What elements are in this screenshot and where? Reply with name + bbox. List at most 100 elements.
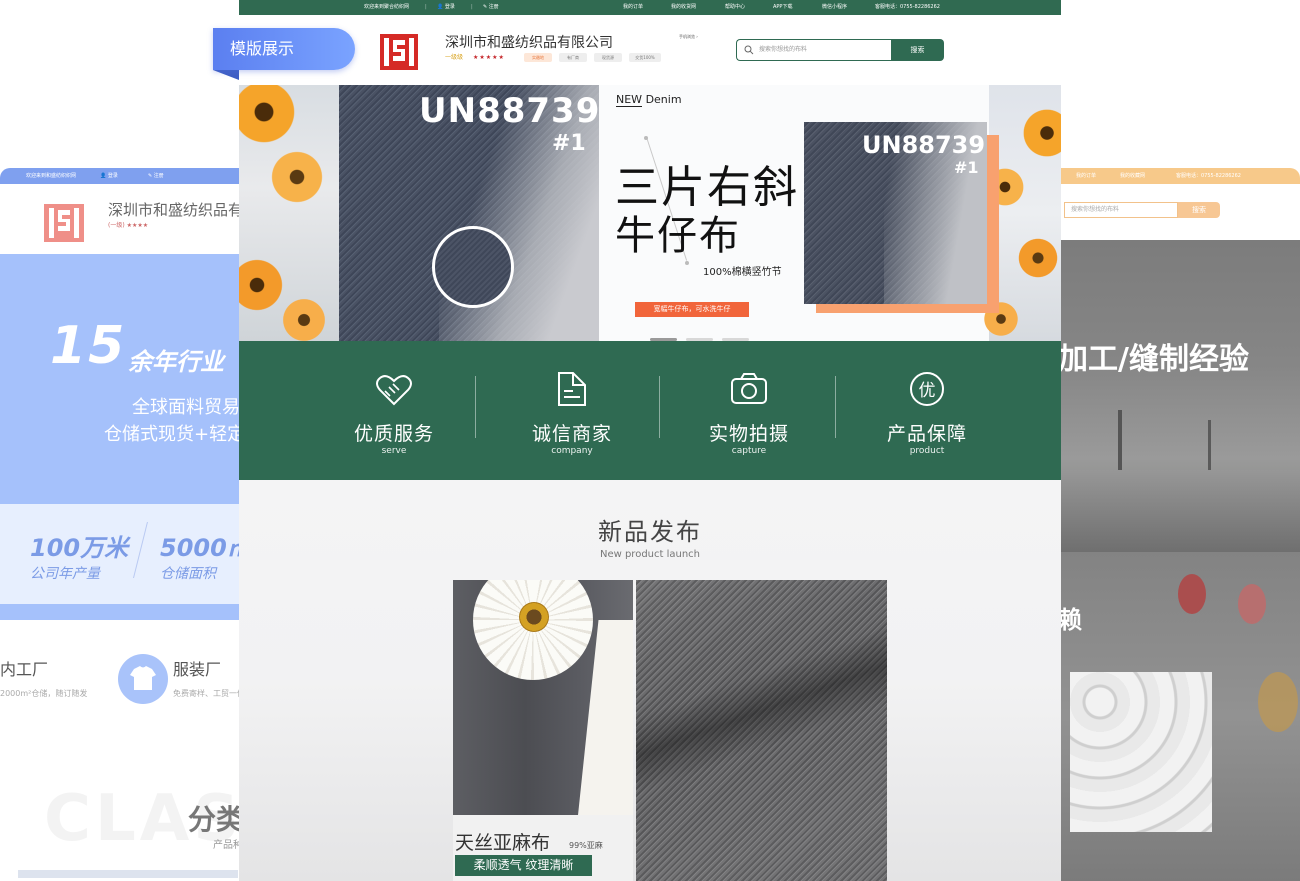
service-divider <box>659 376 660 438</box>
swatch-product-code: UN88739 <box>862 131 986 159</box>
company-rating: 一级级 ★★★★★ <box>445 52 505 61</box>
banner-carousel-dots <box>650 326 758 341</box>
left-bottom-strip <box>18 870 238 878</box>
login-link[interactable]: 👤 登录 <box>437 0 455 15</box>
rating-badge: 一级级 <box>445 54 464 61</box>
product-name[interactable]: 天丝亚麻布 <box>455 828 550 855</box>
search-button[interactable]: 搜索 <box>891 39 944 61</box>
register-link[interactable]: ✎ 注册 <box>483 0 499 15</box>
company-logo[interactable] <box>380 34 418 70</box>
welcome-text: 欢迎来到聚合纺织网 <box>364 4 410 10</box>
orange-flower-icon <box>239 255 287 315</box>
left-category-factory-sub: 2000m²仓储，随订随发 <box>0 689 88 698</box>
pencil-icon: ✎ <box>483 4 488 10</box>
login-label: 登录 <box>444 4 455 10</box>
right-search-button[interactable]: 搜索 <box>1178 202 1220 218</box>
product-paper-sheet <box>577 620 633 815</box>
main-template-preview[interactable]: 欢迎来到聚合纺织网 | 👤 登录 | ✎ 注册 我的订单 我的收货网 帮助中心 … <box>239 0 1061 881</box>
search-box[interactable]: 搜索你想找的布料 <box>736 39 892 61</box>
banner-title-line2: 牛仔布 <box>615 213 741 259</box>
service-guarantee-en: product <box>909 446 945 456</box>
nav-link-received[interactable]: 我的收货网 <box>671 0 696 15</box>
twill-fold-shadow <box>636 580 887 881</box>
left-hero-years: 余年行业 <box>128 348 224 376</box>
shop-info-link[interactable]: 手机浏览 › <box>679 34 698 40</box>
product-card-image-twill[interactable] <box>636 580 887 881</box>
left-hero-line2: 仓储式现货+轻定 <box>104 424 246 445</box>
banner-deco-dot <box>685 261 689 265</box>
right-nav-link-orders[interactable]: 我的订单 <box>1076 168 1096 184</box>
left-category-factory-title: 内工厂 <box>0 660 49 679</box>
template-showcase-ribbon: 模版展示 <box>213 28 355 70</box>
right-red-spool <box>1178 574 1206 614</box>
rating-stars: ★★★★★ <box>472 54 505 61</box>
banner-denim-word: Denim <box>645 93 682 106</box>
new-products-subtitle: New product launch <box>599 549 701 560</box>
nav-link-app[interactable]: APP下载 <box>773 0 792 15</box>
left-register-link[interactable]: ✎ 注册 <box>148 168 164 184</box>
nav-link-orders[interactable]: 我的订单 <box>623 0 643 15</box>
left-rating-text: (一级) <box>108 222 125 229</box>
right-nav-link-favorites[interactable]: 我的收藏网 <box>1120 168 1145 184</box>
left-stat-divider <box>133 522 148 578</box>
quality-badge-icon: 优 <box>910 372 944 406</box>
right-search-input[interactable]: 搜索你想找的布料 <box>1064 202 1178 218</box>
banner-product-rank: #1 <box>552 131 586 156</box>
company-name[interactable]: 深圳市和盛纺织品有限公司 <box>445 32 613 52</box>
search-input[interactable]: 搜索你想找的布料 <box>759 40 807 60</box>
service-trust[interactable]: 诚信商家 company <box>487 341 657 480</box>
orange-flower-icon <box>279 295 329 341</box>
ribbon-fold <box>213 70 239 80</box>
left-stat-output-label: 公司年产量 <box>30 566 100 582</box>
nav-link-help[interactable]: 帮助中心 <box>725 0 745 15</box>
banner-deco-dot <box>644 136 648 140</box>
nav-link-miniprogram[interactable]: 微信小程序 <box>822 0 847 15</box>
search-icon <box>744 45 754 55</box>
left-login-link[interactable]: 👤 登录 <box>100 168 118 184</box>
right-gold-spool <box>1258 672 1298 732</box>
nav-divider: | <box>471 4 473 10</box>
banner-new-label: NEW Denim <box>616 93 682 107</box>
document-icon <box>558 372 586 406</box>
new-products-section: 新品发布 New product launch 天丝亚麻布 99%亚麻 柔顺透气… <box>239 480 1061 881</box>
service-quality-title: 优质服务 <box>353 423 434 445</box>
nav-phone: 客服电话：0755-82286262 <box>875 4 940 10</box>
service-quality-en: serve <box>381 446 407 456</box>
service-capture-en: capture <box>731 446 767 456</box>
left-stat-storage-value: 5000㎡ <box>160 534 251 562</box>
new-products-title: 新品发布 <box>598 518 702 546</box>
tag-factory: 有厂商 <box>559 53 587 62</box>
orange-flower-icon <box>1015 235 1061 281</box>
hero-banner[interactable]: UN88739 #1 NEW Denim 三片右斜 牛仔布 100%棉横竖竹节 … <box>239 85 1061 341</box>
left-login-label: 登录 <box>107 173 118 179</box>
left-hero-line1: 全球面料贸易 <box>132 397 240 418</box>
service-guarantee-title: 产品保障 <box>886 423 967 445</box>
banner-promo-pill[interactable]: 宽幅牛仔布，可水洗牛仔 <box>635 302 749 317</box>
orange-flower-icon <box>267 147 327 207</box>
svg-text:优: 优 <box>919 381 936 401</box>
tag-delivery: 交货100% <box>629 53 661 62</box>
handshake-heart-icon <box>376 375 412 406</box>
user-icon: 👤 <box>437 4 444 10</box>
left-register-label: 注册 <box>153 173 164 179</box>
service-quality[interactable]: 优质服务 serve <box>309 341 479 480</box>
product-card-image-tencel-linen[interactable] <box>453 580 633 815</box>
right-template-preview[interactable]: 我的订单 我的收藏网 客服电话：0755-82286262 搜索你想找的布料 搜… <box>1058 168 1300 881</box>
denim-zoom-circle <box>432 226 514 308</box>
swatch-product-rank: #1 <box>954 158 979 177</box>
left-rating: (一级) ★★★★ <box>108 222 149 229</box>
tshirt-icon <box>130 666 156 690</box>
tag-stock: 现货源 <box>594 53 622 62</box>
service-guarantee[interactable]: 优 产品保障 product <box>842 341 1012 480</box>
left-stat-storage-label: 仓储面积 <box>160 566 216 582</box>
orange-flower-icon <box>1019 105 1061 161</box>
right-lamp-post <box>1208 420 1211 470</box>
right-red-spool <box>1238 584 1266 624</box>
daisy-center <box>519 602 549 632</box>
service-capture[interactable]: 实物拍摄 capture <box>664 341 834 480</box>
product-composition: 99%亚麻 <box>569 841 603 850</box>
right-factory-photo <box>1058 240 1300 552</box>
banner-flowers-left <box>239 85 339 341</box>
register-label: 注册 <box>488 4 499 10</box>
left-section-title: 分类 <box>188 803 245 836</box>
